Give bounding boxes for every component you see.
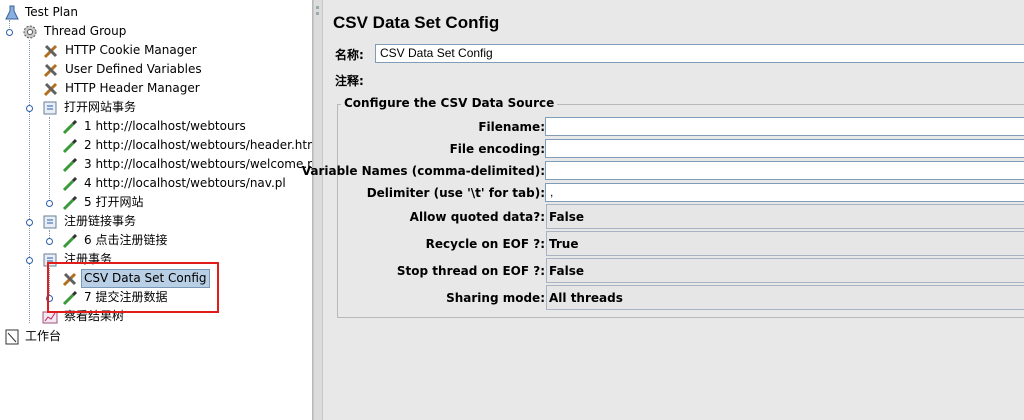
sampler-pipette-icon [62,157,78,173]
comment-label: 注释: [335,74,364,88]
tree-node-label: 2 http://localhost/webtours/header.html [84,138,313,152]
file-encoding-label: File encoding: [449,142,545,156]
config-tools-icon [43,63,58,78]
sharing-mode-select[interactable]: All threads [546,285,1024,310]
delimiter-label: Delimiter (use '\t' for tab): [366,186,545,200]
sampler-pipette-icon [62,176,78,192]
tree-node-thread-group[interactable]: Thread Group [0,22,312,41]
tree-node-label: 注册链接事务 [64,214,137,228]
expand-toggle[interactable] [26,105,33,112]
highlight-annotation-box [47,262,219,313]
sharing-mode-label: Sharing mode: [446,291,545,305]
splitter-grip [316,6,319,9]
variable-names-input[interactable] [545,161,1024,180]
tree-node-sampler-6[interactable]: 6 点击注册链接 [0,231,312,250]
allow-quoted-label: Allow quoted data?: [409,210,545,224]
tree-node-http-header-manager[interactable]: HTTP Header Manager [0,79,312,98]
config-tools-icon [43,44,58,59]
tree-node-sampler-4[interactable]: 4 http://localhost/webtours/nav.pl [0,174,312,193]
tree-node-register-link-transaction[interactable]: 注册链接事务 [0,212,312,231]
test-plan-tree[interactable]: Test Plan Thread Group HTTP Cookie Manag… [0,0,313,420]
expand-toggle[interactable] [26,219,33,226]
sampler-pipette-icon [62,138,78,154]
test-plan-icon [5,5,19,20]
tree-node-sampler-1[interactable]: 1 http://localhost/webtours [0,117,312,136]
tree-node-label: Test Plan [25,5,78,19]
delimiter-input[interactable] [545,183,1024,202]
recycle-eof-label: Recycle on EOF ?: [425,237,545,251]
tree-node-label: HTTP Cookie Manager [65,43,197,57]
expand-toggle[interactable] [46,200,53,207]
tree-node-label: 打开网站事务 [64,100,137,114]
tree-node-sampler-5[interactable]: 5 打开网站 [0,193,312,212]
tree-node-open-site-transaction[interactable]: 打开网站事务 [0,98,312,117]
recycle-eof-select[interactable]: True [546,231,1024,256]
config-tools-icon [43,82,58,97]
tree-node-label: 3 http://localhost/webtours/welcome.pl [84,157,313,171]
tree-node-user-defined-variables[interactable]: User Defined Variables [0,60,312,79]
tree-node-http-cookie-manager[interactable]: HTTP Cookie Manager [0,41,312,60]
transaction-controller-icon [43,101,57,115]
expand-toggle[interactable] [6,29,13,36]
allow-quoted-select[interactable]: False [546,204,1024,229]
variable-names-label: Variable Names (comma-delimited): [301,164,545,178]
name-label: 名称: [335,48,364,62]
tree-node-label: 6 点击注册链接 [84,233,168,247]
csv-config-panel: CSV Data Set Config 名称: 注释: Configure th… [302,0,1024,420]
tree-node-label: 5 打开网站 [84,195,144,209]
tree-node-label: Thread Group [44,24,127,38]
tree-node-label: 1 http://localhost/webtours [84,119,246,133]
tree-node-label: 工作台 [25,329,62,343]
stop-thread-eof-label: Stop thread on EOF ?: [396,264,545,278]
name-field[interactable] [375,44,1024,63]
comment-field[interactable] [375,70,1024,89]
tree-node-label: HTTP Header Manager [65,81,200,95]
sampler-pipette-icon [62,233,78,249]
splitter-grip [316,12,319,15]
thread-group-gear-icon [23,25,37,39]
sampler-pipette-icon [62,119,78,135]
transaction-controller-icon [43,215,57,229]
filename-label: Filename: [478,120,545,134]
section-title: Configure the CSV Data Source [341,96,558,110]
tree-node-label: User Defined Variables [65,62,202,76]
file-encoding-input[interactable] [545,139,1024,158]
tree-node-sampler-3[interactable]: 3 http://localhost/webtours/welcome.pl [0,155,312,174]
stop-thread-eof-select[interactable]: False [546,258,1024,283]
tree-node-workbench[interactable]: 工作台 [0,327,312,346]
sampler-pipette-icon [62,195,78,211]
expand-toggle[interactable] [26,257,33,264]
expand-toggle[interactable] [46,238,53,245]
workbench-icon [5,329,19,345]
filename-input[interactable] [545,117,1024,136]
tree-node-sampler-2[interactable]: 2 http://localhost/webtours/header.html [0,136,312,155]
tree-node-label: 4 http://localhost/webtours/nav.pl [84,176,286,190]
tree-node-test-plan[interactable]: Test Plan [0,3,312,22]
page-title: CSV Data Set Config [333,13,500,32]
